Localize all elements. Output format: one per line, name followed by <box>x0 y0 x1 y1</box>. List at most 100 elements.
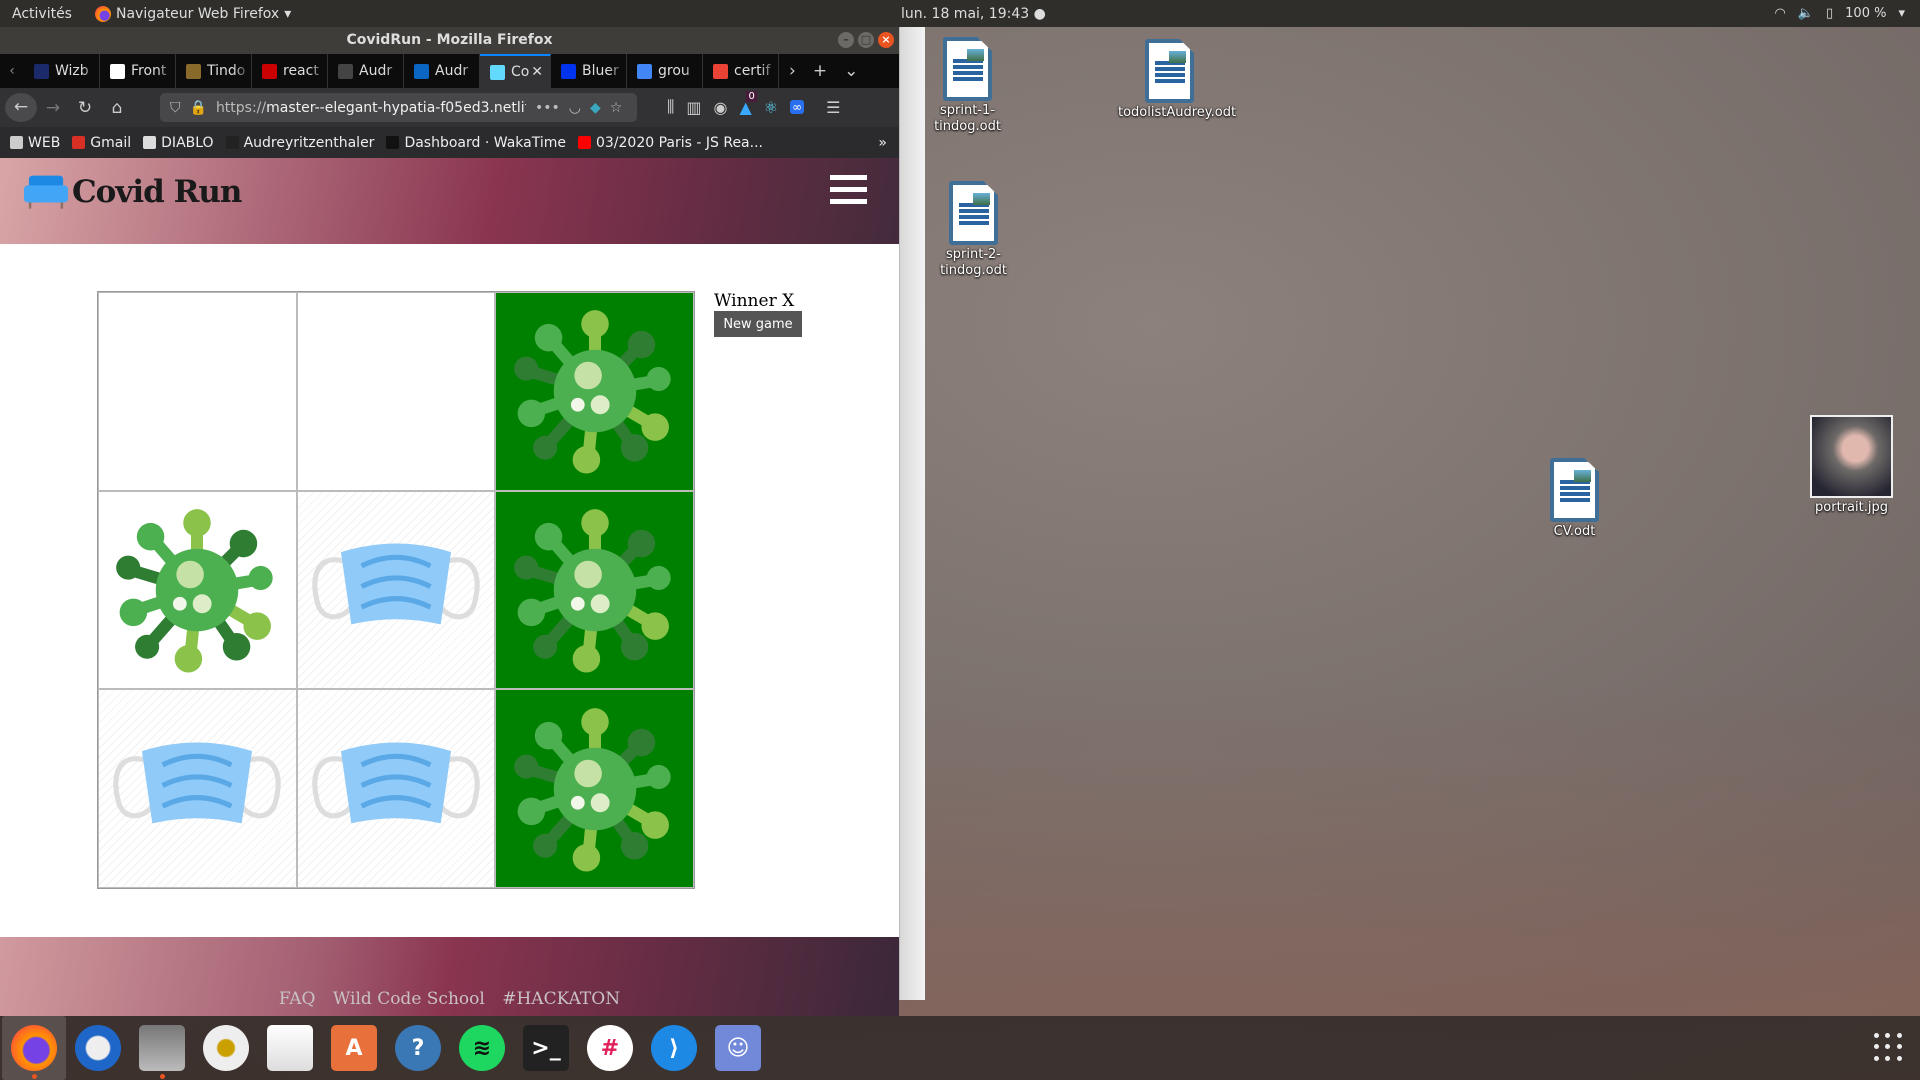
footer-link-hackaton[interactable]: #HACKATON <box>502 989 620 1009</box>
desktop-icon[interactable]: todolistAudrey.odt <box>1118 39 1236 121</box>
forward-button[interactable]: → <box>37 98 69 118</box>
tab[interactable]: Wizb <box>24 54 100 88</box>
tab[interactable]: react <box>252 54 328 88</box>
hamburger-menu-button[interactable] <box>830 175 867 204</box>
new-tab-button[interactable]: + <box>813 61 827 81</box>
ubuntu-software-icon: A <box>331 1025 377 1071</box>
sidebar-icon[interactable]: ▥ <box>686 98 701 117</box>
shield-icon[interactable]: ⛉ <box>170 100 181 116</box>
board-cell[interactable] <box>296 689 496 888</box>
desktop-icon[interactable]: portrait.jpg <box>1800 415 1903 516</box>
page-actions-icon[interactable]: ••• <box>535 100 560 116</box>
tab[interactable]: Bluer <box>551 54 627 88</box>
caret-down-icon: ▾ <box>1898 6 1905 21</box>
tab[interactable]: Front <box>100 54 176 88</box>
scroll-tabs-left-button[interactable]: ‹ <box>0 54 24 88</box>
dock-libreoffice-writer[interactable] <box>258 1016 322 1080</box>
dock-spotify[interactable]: ≋ <box>450 1016 514 1080</box>
favicon-icon <box>561 63 576 79</box>
desktop-icon[interactable]: sprint-1-tindog.odt <box>916 37 1019 135</box>
game-area: Winner X New game <box>0 244 899 937</box>
dock-files[interactable] <box>130 1016 194 1080</box>
menu-icon[interactable]: ☰ <box>826 98 840 117</box>
close-tab-icon[interactable]: ✕ <box>531 64 543 80</box>
close-window-button[interactable]: × <box>878 32 894 48</box>
board-cell[interactable] <box>296 292 496 491</box>
footer-link-faq[interactable]: FAQ <box>279 989 316 1009</box>
window-titlebar: CovidRun - Mozilla Firefox – □ × <box>0 27 899 54</box>
board-cell[interactable] <box>495 292 694 491</box>
board-cell[interactable] <box>495 689 694 888</box>
bookmark-item[interactable]: 03/2020 Paris - JS Rea... <box>577 135 763 151</box>
app-menu[interactable]: Navigateur Web Firefox ▾ <box>95 5 291 22</box>
dock-help[interactable]: ? <box>386 1016 450 1080</box>
list-tabs-button[interactable]: ⌄ <box>844 61 858 81</box>
virus-icon <box>509 504 681 676</box>
favicon-icon <box>414 63 429 79</box>
board-cell[interactable] <box>495 490 694 690</box>
footer-link-wild-code-school[interactable]: Wild Code School <box>333 989 485 1009</box>
clock[interactable]: lun. 18 mai, 19:43 ● <box>901 6 1046 22</box>
home-button[interactable]: ⌂ <box>101 98 133 118</box>
ghostery-icon[interactable]: ▲ 0 <box>739 90 757 117</box>
bookmark-star-icon[interactable]: ☆ <box>610 100 623 116</box>
tab[interactable]: certif <box>703 54 779 88</box>
account-icon[interactable]: ◉ <box>714 98 728 117</box>
minimize-button[interactable]: – <box>838 32 854 48</box>
library-icon[interactable]: ⫼ <box>667 97 674 117</box>
navigation-bar: ← → ↻ ⌂ ⛉ 🔒 https://master--elegant-hypa… <box>0 88 899 127</box>
dock-vscode[interactable]: ⟩ <box>642 1016 706 1080</box>
maximize-button[interactable]: □ <box>858 32 874 48</box>
bookmark-item[interactable]: Audreyritzenthaler <box>225 135 374 151</box>
dock-firefox[interactable] <box>2 1016 66 1080</box>
tab[interactable]: Audr <box>328 54 404 88</box>
favicon-icon <box>186 63 201 79</box>
dock-rhythmbox[interactable] <box>194 1016 258 1080</box>
show-applications-button[interactable] <box>1874 1033 1903 1062</box>
react-devtools-icon[interactable]: ⚛ <box>764 98 778 117</box>
dock: A? ≋ >_ # ⟩ ☺ <box>0 1016 1920 1080</box>
board-cell[interactable] <box>98 292 297 491</box>
back-button[interactable]: ← <box>5 93 37 122</box>
files-icon <box>139 1025 185 1071</box>
site-logo[interactable]: Covid Run <box>24 173 242 210</box>
lock-icon[interactable]: 🔒 <box>190 100 207 116</box>
dock-terminal[interactable]: >_ <box>514 1016 578 1080</box>
board-cell[interactable] <box>296 490 496 690</box>
virus-icon <box>509 305 681 477</box>
tab[interactable]: Audr <box>404 54 480 88</box>
desktop-icon[interactable]: sprint-2-tindog.odt <box>922 181 1025 279</box>
board-cell[interactable] <box>98 689 297 888</box>
slack-icon: # <box>587 1025 633 1071</box>
favicon-icon <box>110 63 125 79</box>
url-bar[interactable]: ⛉ 🔒 https://master--elegant-hypatia-f05e… <box>160 93 637 122</box>
bookmark-item[interactable]: WEB <box>10 135 60 151</box>
dock-discord[interactable]: ☺ <box>706 1016 770 1080</box>
help-icon: ? <box>395 1025 441 1071</box>
wakatime-icon <box>386 136 400 149</box>
tab[interactable]: Tindo <box>176 54 252 88</box>
face-mask-icon <box>310 703 482 875</box>
dock-slack[interactable]: # <box>578 1016 642 1080</box>
dock-thunderbird[interactable] <box>66 1016 130 1080</box>
board-cell[interactable] <box>98 490 297 690</box>
bookmark-item[interactable]: Dashboard · WakaTime <box>386 135 566 151</box>
reload-button[interactable]: ↻ <box>69 98 101 118</box>
pocket-icon[interactable]: ◡ <box>569 100 581 116</box>
new-game-button[interactable]: New game <box>714 311 802 337</box>
volume-icon: 🔈 <box>1797 6 1814 21</box>
tab[interactable]: grou <box>627 54 703 88</box>
desktop-icon[interactable]: CV.odt <box>1523 458 1626 540</box>
bookmark-item[interactable]: Gmail <box>72 135 131 151</box>
extension-icon[interactable]: ∞ <box>790 100 805 114</box>
extension-icon[interactable]: ◆ <box>590 100 601 116</box>
system-tray[interactable]: ◠ 🔈 ▯ 100 % ▾ <box>1774 6 1905 21</box>
favicon-icon <box>490 64 505 80</box>
bookmark-item[interactable]: DIABLO <box>143 135 214 151</box>
activities-button[interactable]: Activités <box>12 6 72 22</box>
tab[interactable]: Co ✕ <box>480 54 551 88</box>
face-mask-icon <box>310 504 482 676</box>
scroll-tabs-right-button[interactable]: › <box>789 61 796 81</box>
dock-ubuntu-software[interactable]: A <box>322 1016 386 1080</box>
more-bookmarks-icon[interactable]: » <box>878 135 887 151</box>
